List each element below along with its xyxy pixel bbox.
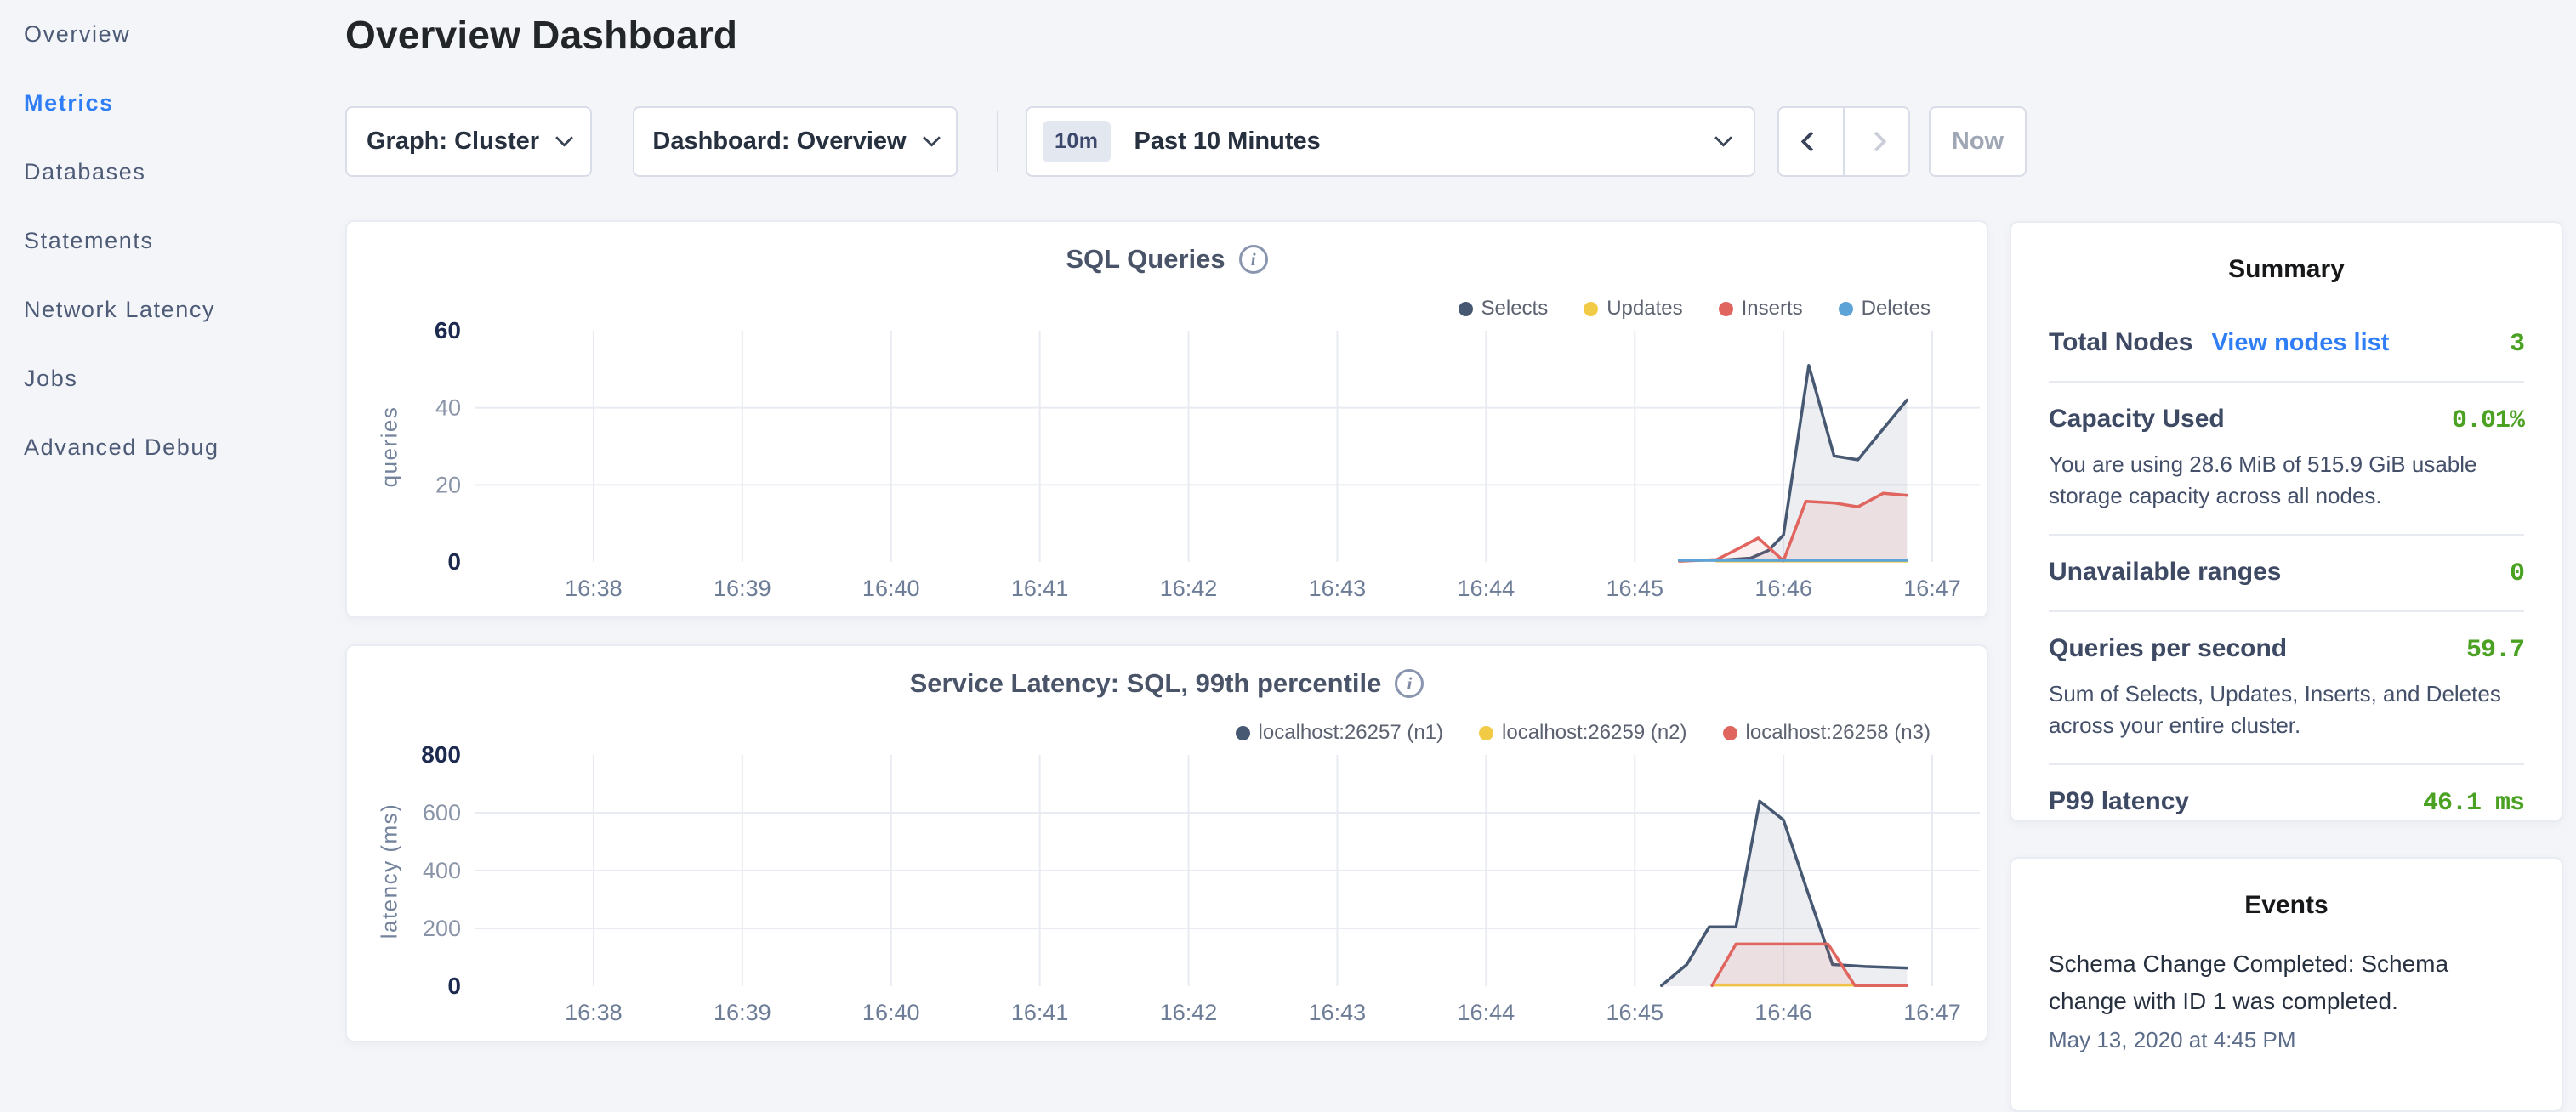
svg-text:16:40: 16:40 xyxy=(862,576,920,601)
service-latency-plot: 16:38 16:39 16:40 16:41 16:42 16:43 16:44 16:45… xyxy=(347,646,1990,1044)
svg-text:16:46: 16:46 xyxy=(1754,1000,1812,1025)
summary-value: 46.1 ms xyxy=(2423,789,2524,818)
summary-value: 0 xyxy=(2510,559,2524,588)
toolbar: Graph: Cluster Dashboard: Overview 10m P… xyxy=(0,106,2576,177)
svg-text:60: 60 xyxy=(435,317,461,343)
summary-value: 59.7 xyxy=(2466,636,2524,665)
summary-label: Total Nodes xyxy=(2049,328,2192,357)
svg-text:40: 40 xyxy=(435,395,461,421)
now-button[interactable]: Now xyxy=(1929,106,2027,177)
summary-row-total-nodes: Total Nodes View nodes list 3 xyxy=(2049,306,2524,383)
chevron-down-icon xyxy=(922,129,940,147)
svg-text:400: 400 xyxy=(423,858,461,883)
svg-text:16:41: 16:41 xyxy=(1011,1000,1069,1025)
time-window-dropdown[interactable]: 10m Past 10 Minutes xyxy=(1026,106,1755,177)
graph-scope-dropdown[interactable]: Graph: Cluster xyxy=(345,106,592,177)
svg-text:16:46: 16:46 xyxy=(1754,576,1812,601)
chevron-left-icon xyxy=(1800,131,1821,151)
svg-text:16:39: 16:39 xyxy=(714,1000,771,1025)
summary-row-queries-per-second: Queries per second 59.7 Sum of Selects, … xyxy=(2049,612,2524,765)
summary-label: Queries per second xyxy=(2049,634,2287,663)
chevron-down-icon xyxy=(555,129,573,147)
summary-row-unavailable-ranges: Unavailable ranges 0 xyxy=(2049,536,2524,612)
svg-text:16:43: 16:43 xyxy=(1309,576,1367,601)
svg-text:0: 0 xyxy=(447,548,461,575)
dashboard-dropdown-label: Dashboard: Overview xyxy=(652,128,906,156)
summary-label: P99 latency xyxy=(2049,787,2189,816)
svg-text:16:41: 16:41 xyxy=(1011,576,1069,601)
events-panel: Events Schema Change Completed: Schema c… xyxy=(2010,857,2563,1112)
event-timestamp: May 13, 2020 at 4:45 PM xyxy=(2049,1027,2524,1053)
sidebar-item-advanced-debug[interactable]: Advanced Debug xyxy=(0,413,340,482)
time-window-badge: 10m xyxy=(1043,121,1111,162)
service-latency-chart-card: Service Latency: SQL, 99th percentile i … xyxy=(345,644,1988,1042)
sql-queries-plot: 16:38 16:39 16:40 16:41 16:42 16:43 16:44 16:45… xyxy=(347,222,1990,620)
summary-label: Unavailable ranges xyxy=(2049,558,2281,587)
sql-queries-chart-card: SQL Queries i SelectsUpdatesInsertsDelet… xyxy=(345,220,1988,618)
summary-value: 3 xyxy=(2510,330,2524,359)
svg-text:16:45: 16:45 xyxy=(1606,1000,1663,1025)
time-step-back-button[interactable] xyxy=(1779,108,1843,175)
time-step-controls xyxy=(1777,106,1910,177)
event-message[interactable]: Schema Change Completed: Schema change w… xyxy=(2049,945,2524,1020)
events-title: Events xyxy=(2049,891,2524,920)
graph-scope-dropdown-label: Graph: Cluster xyxy=(367,128,539,156)
svg-text:16:42: 16:42 xyxy=(1160,1000,1218,1025)
view-nodes-list-link[interactable]: View nodes list xyxy=(2211,329,2389,357)
svg-text:16:45: 16:45 xyxy=(1606,576,1663,601)
svg-text:16:38: 16:38 xyxy=(565,1000,623,1025)
toolbar-divider xyxy=(997,111,998,172)
page-title: Overview Dashboard xyxy=(345,12,737,58)
sidebar-item-jobs[interactable]: Jobs xyxy=(0,344,340,413)
chevron-down-icon xyxy=(1714,129,1732,147)
svg-text:16:42: 16:42 xyxy=(1160,576,1218,601)
summary-description: Sum of Selects, Updates, Inserts, and De… xyxy=(2049,678,2524,741)
summary-description: You are using 28.6 MiB of 515.9 GiB usab… xyxy=(2049,449,2524,512)
summary-panel: Summary Total Nodes View nodes list 3 Ca… xyxy=(2010,221,2563,822)
summary-value: 0.01% xyxy=(2452,406,2524,435)
svg-text:16:43: 16:43 xyxy=(1309,1000,1367,1025)
svg-text:16:39: 16:39 xyxy=(714,576,771,601)
svg-text:16:40: 16:40 xyxy=(862,1000,920,1025)
svg-text:200: 200 xyxy=(423,916,461,941)
svg-text:16:38: 16:38 xyxy=(565,576,623,601)
summary-label: Capacity Used xyxy=(2049,405,2225,434)
svg-text:800: 800 xyxy=(421,741,461,768)
chevron-right-icon xyxy=(1866,131,1886,151)
time-window-label: Past 10 Minutes xyxy=(1134,128,1698,156)
sidebar-item-statements[interactable]: Statements xyxy=(0,207,340,275)
sidebar-item-network-latency[interactable]: Network Latency xyxy=(0,275,340,344)
svg-text:16:47: 16:47 xyxy=(1903,1000,1961,1025)
svg-text:16:47: 16:47 xyxy=(1903,576,1961,601)
svg-text:600: 600 xyxy=(423,800,461,825)
time-step-forward-button[interactable] xyxy=(1843,108,1908,175)
dashboard-dropdown[interactable]: Dashboard: Overview xyxy=(633,106,958,177)
svg-text:20: 20 xyxy=(435,472,461,497)
svg-text:16:44: 16:44 xyxy=(1458,576,1515,601)
sidebar-item-overview[interactable]: Overview xyxy=(0,0,340,69)
summary-row-p99-latency: P99 latency 46.1 ms xyxy=(2049,765,2524,840)
svg-text:16:44: 16:44 xyxy=(1458,1000,1515,1025)
summary-row-capacity-used: Capacity Used 0.01% You are using 28.6 M… xyxy=(2049,383,2524,536)
svg-text:0: 0 xyxy=(447,973,461,999)
summary-title: Summary xyxy=(2049,255,2524,284)
